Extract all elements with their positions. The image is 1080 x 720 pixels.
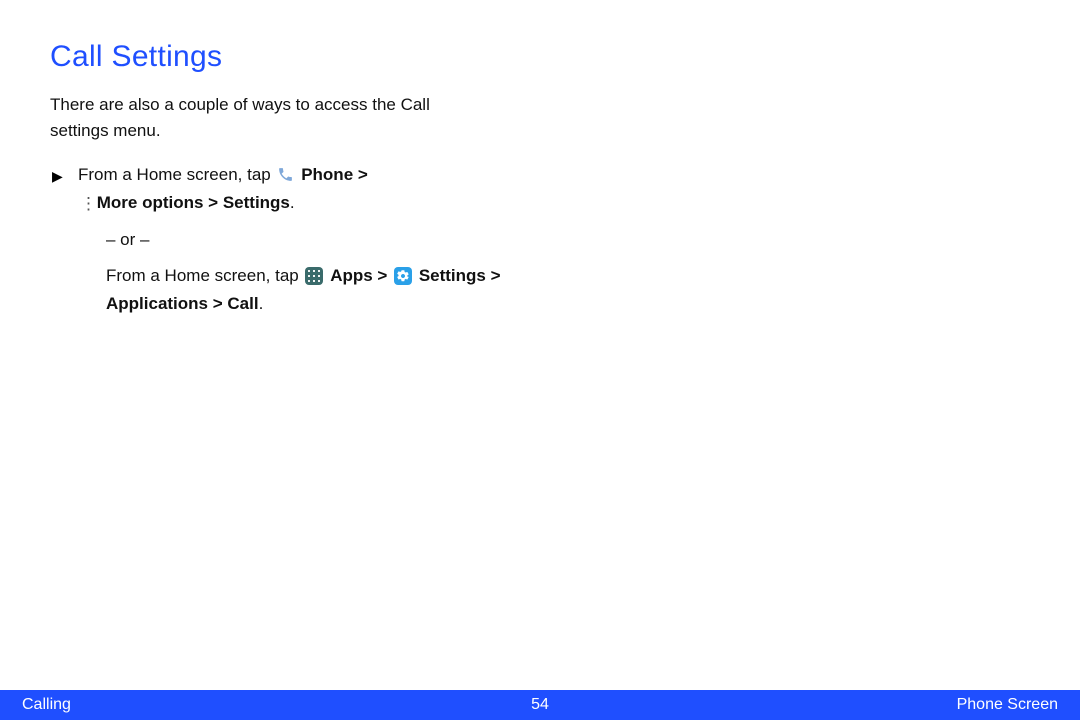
intro-text: There are also a couple of ways to acces… [50,92,490,143]
instruction-step-1: ▶ From a Home screen, tap Phone > ⋮ More… [78,161,650,218]
settings-label-1: Settings [223,193,290,212]
gt-2: > [203,193,222,212]
footer-page-number: 54 [531,696,549,714]
period-1: . [290,193,295,212]
page-title: Call Settings [50,40,1030,74]
applications-label: Applications [106,294,208,313]
triangle-bullet-icon: ▶ [52,165,63,188]
gt-4: > [486,266,501,285]
phone-icon [277,164,294,181]
phone-label: Phone [301,165,353,184]
settings-gear-icon [394,267,412,285]
step2-prefix: From a Home screen, tap [106,266,303,285]
call-label: Call [227,294,258,313]
apps-label: Apps [330,266,373,285]
more-options-label: More options [97,193,204,212]
period-2: . [259,294,264,313]
gt-5: > [208,294,227,313]
footer-right: Phone Screen [957,696,1058,714]
settings-label-2: Settings [419,266,486,285]
more-options-icon: ⋮ [80,201,90,218]
gt-1: > [353,165,368,184]
page-footer: Calling 54 Phone Screen [0,690,1080,720]
or-separator: – or – [78,218,650,262]
step1-prefix: From a Home screen, tap [78,165,275,184]
instruction-step-2: From a Home screen, tap Apps > Settings … [78,262,650,318]
apps-icon [305,267,323,285]
gt-3: > [373,266,392,285]
footer-left: Calling [22,696,71,714]
